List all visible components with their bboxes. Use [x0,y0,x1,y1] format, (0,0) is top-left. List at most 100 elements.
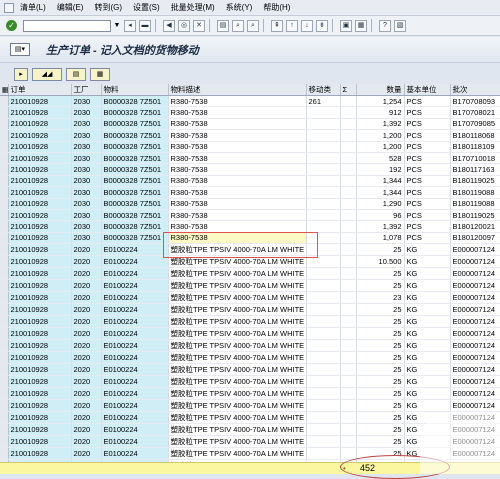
table-row[interactable]: 2100109282020E0100224塑胶粒TPE TPSIV 4000-7… [0,363,500,377]
new-session-icon[interactable]: ▣ [340,19,352,32]
table-row[interactable]: 2100109282020E0100224塑胶粒TPE TPSIV 4000-7… [0,435,500,449]
menu-system[interactable]: 系统(Y) [226,2,253,13]
table-row[interactable]: 210010928 2030 B0000328 7Z501 R380-7538 1,34… [0,175,500,188]
table-row[interactable]: 2100109282020E0100224塑胶粒TPE TPSIV 4000-7… [0,291,500,305]
row-selector[interactable] [0,399,9,413]
col-batch[interactable]: 批次 [450,84,500,96]
row-selector[interactable] [0,255,9,269]
last-page-icon[interactable]: ⇟ [316,19,328,32]
save-icon[interactable]: ▬ [139,19,151,32]
row-selector[interactable] [0,447,9,461]
row-selector[interactable] [0,291,9,305]
row-selector[interactable] [0,175,9,188]
command-field[interactable] [23,19,111,32]
table-row[interactable]: 2100109282020E0100224塑胶粒TPE TPSIV 4000-7… [0,399,500,413]
table-row[interactable]: 2100109282020E0100224塑胶粒TPE TPSIV 4000-7… [0,303,500,317]
row-selector[interactable] [0,327,9,341]
menu-settings[interactable]: 设置(S) [133,2,160,13]
find-next-icon[interactable]: ⌕ [247,19,259,32]
row-selector[interactable] [0,375,9,389]
table-row[interactable]: 2100109282020E0100224塑胶粒TPE TPSIV 4000-7… [0,339,500,353]
select-all-icon[interactable]: ▦ [0,84,9,96]
first-page-icon[interactable]: ⇞ [271,19,283,32]
menu-goto[interactable]: 转到(G) [94,2,122,13]
table-row[interactable]: 2100109282020E0100224塑胶粒TPE TPSIV 4000-7… [0,387,500,401]
col-base-unit[interactable]: 基本单位 [404,84,451,96]
col-material-desc[interactable]: 物料描述 [168,84,307,96]
row-selector[interactable] [0,220,9,233]
col-quantity[interactable]: 数量 [356,84,405,96]
menu-help[interactable]: 帮助(H) [263,2,290,13]
table-row[interactable]: 2100109282020E0100224塑胶粒TPE TPSIV 4000-7… [0,279,500,293]
col-material[interactable]: 物料 [101,84,169,96]
prev-page-icon[interactable]: ↑ [286,19,298,32]
row-selector[interactable] [0,423,9,437]
exit-icon[interactable]: ◎ [178,19,190,32]
table-row[interactable]: 2100109282020E0100224塑胶粒TPE TPSIV 4000-7… [0,351,500,365]
shortcut-icon[interactable]: ▦ [355,19,367,32]
table-row[interactable]: 2100109282020E0100224塑胶粒TPE TPSIV 4000-7… [0,447,500,461]
row-selector[interactable] [0,198,9,210]
row-selector[interactable] [0,209,9,222]
table-row[interactable]: 210010928 2030 B0000328 7Z501 R380-7538 1,07… [0,232,500,245]
command-dropdown-icon[interactable]: ▼ [113,20,121,32]
layout-icon[interactable]: ▤▾ [10,43,30,56]
next-page-icon[interactable]: ↓ [301,19,313,32]
col-plant[interactable]: 工厂 [71,84,102,96]
table-row[interactable]: 210010928 2030 B0000328 7Z501 R380-7538 1,29… [0,198,500,210]
table-row[interactable]: 2100109282020E0100224塑胶粒TPE TPSIV 4000-7… [0,267,500,281]
details-button[interactable]: ▸ [14,67,28,81]
table-row[interactable]: 210010928 2030 B0000328 7Z501 R380-7538 1,39… [0,118,500,131]
table-row[interactable]: 210010928 2030 B0000328 7Z501 R380-7538 261 1… [0,95,500,108]
col-order[interactable]: 订单 [8,84,72,96]
view-button[interactable]: ▤ [66,67,86,81]
row-selector[interactable] [0,106,9,119]
row-selector[interactable] [0,186,9,199]
table-row[interactable]: 210010928 2030 B0000328 7Z501 R380-7538 528 P… [0,152,500,165]
back-step-icon[interactable]: ◂ [124,19,136,32]
menu-list[interactable]: 清单(L) [20,2,46,13]
table-row[interactable]: 210010928 2030 B0000328 7Z501 R380-7538 912 P… [0,106,500,119]
menu-batch[interactable]: 批量处理(M) [171,2,215,13]
row-selector[interactable] [0,232,9,245]
table-row[interactable]: 2100109282020E0100224塑胶粒TPE TPSIV 4000-7… [0,375,500,389]
row-selector[interactable] [0,387,9,401]
row-selector[interactable] [0,152,9,165]
filter-button[interactable]: ◢◢ [32,67,62,81]
table-row[interactable]: 210010928 2030 B0000328 7Z501 R380-7538 192 P… [0,163,500,176]
find-icon[interactable]: ⌕ [232,19,244,32]
table-row[interactable]: 2100109282020E0100224塑胶粒TPE TPSIV 4000-7… [0,243,500,257]
row-selector[interactable] [0,435,9,449]
row-selector[interactable] [0,411,9,425]
table-row[interactable]: 210010928 2030 B0000328 7Z501 R380-7538 1,34… [0,186,500,199]
row-selector[interactable] [0,267,9,281]
table-row[interactable]: 2100109282020E0100224塑胶粒TPE TPSIV 4000-7… [0,423,500,437]
table-row[interactable]: 210010928 2030 B0000328 7Z501 R380-7538 96 PC… [0,209,500,222]
row-selector[interactable] [0,279,9,293]
row-selector[interactable] [0,315,9,329]
row-selector[interactable] [0,129,9,142]
layout-button[interactable]: ▦ [90,67,110,81]
row-selector[interactable] [0,163,9,176]
row-selector[interactable] [0,303,9,317]
col-movement-type[interactable]: 移动类 [306,84,341,96]
back-icon[interactable]: ◀ [163,19,175,32]
table-row[interactable]: 2100109282020E0100224塑胶粒TPE TPSIV 4000-7… [0,327,500,341]
row-selector[interactable] [0,95,9,108]
menu-edit[interactable]: 编辑(E) [57,2,84,13]
help-icon[interactable]: ? [379,19,391,32]
table-row[interactable]: 2100109282020E0100224塑胶粒TPE TPSIV 4000-7… [0,255,500,269]
table-row[interactable]: 210010928 2030 B0000328 7Z501 R380-7538 1,20… [0,141,500,153]
row-selector[interactable] [0,363,9,377]
row-selector[interactable] [0,141,9,153]
print-icon[interactable]: ▤ [217,19,229,32]
row-selector[interactable] [0,351,9,365]
enter-check-icon[interactable]: ✓ [6,20,17,31]
col-sum[interactable]: Σ [340,84,357,96]
row-selector[interactable] [0,339,9,353]
cancel-icon[interactable]: ✕ [193,19,205,32]
window-menu-icon[interactable] [4,2,14,13]
row-selector[interactable] [0,243,9,257]
table-row[interactable]: 210010928 2030 B0000328 7Z501 R380-7538 1,39… [0,220,500,233]
table-row[interactable]: 210010928 2030 B0000328 7Z501 R380-7538 1,20… [0,129,500,142]
